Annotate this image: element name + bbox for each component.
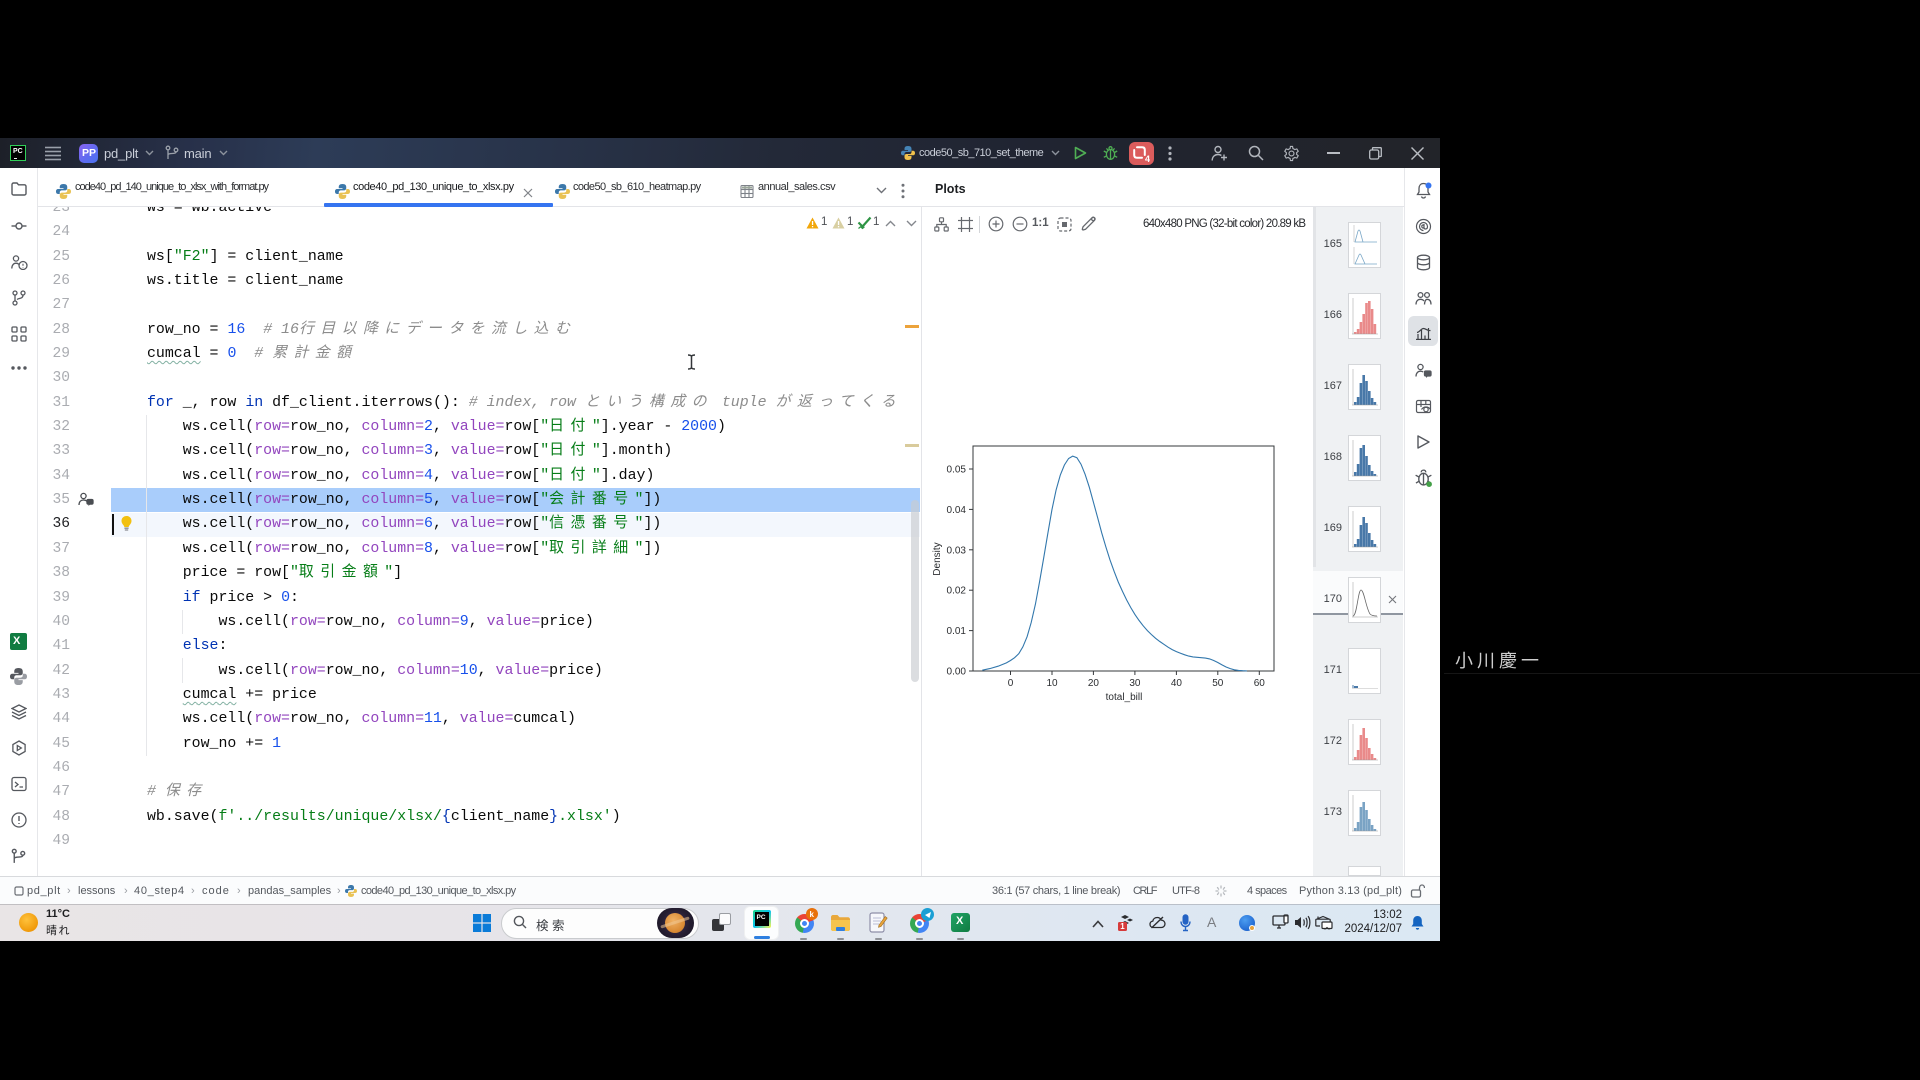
svg-text:30: 30 [1129,678,1141,689]
svg-text:60: 60 [1254,678,1266,689]
svg-text:0: 0 [1008,678,1014,689]
svg-text:0.04: 0.04 [947,505,967,516]
svg-text:50: 50 [1212,678,1224,689]
svg-text:0.00: 0.00 [947,667,967,678]
svg-text:10: 10 [1046,678,1058,689]
svg-text:20: 20 [1088,678,1100,689]
svg-text:total_bill: total_bill [1106,692,1143,703]
svg-text:0.03: 0.03 [947,545,967,556]
svg-text:0.05: 0.05 [947,465,967,476]
svg-text:40: 40 [1171,678,1183,689]
svg-text:0.02: 0.02 [947,586,967,597]
svg-text:Density: Density [932,542,943,575]
svg-text:1: 1 [1120,922,1125,931]
svg-text:0.01: 0.01 [947,626,967,637]
